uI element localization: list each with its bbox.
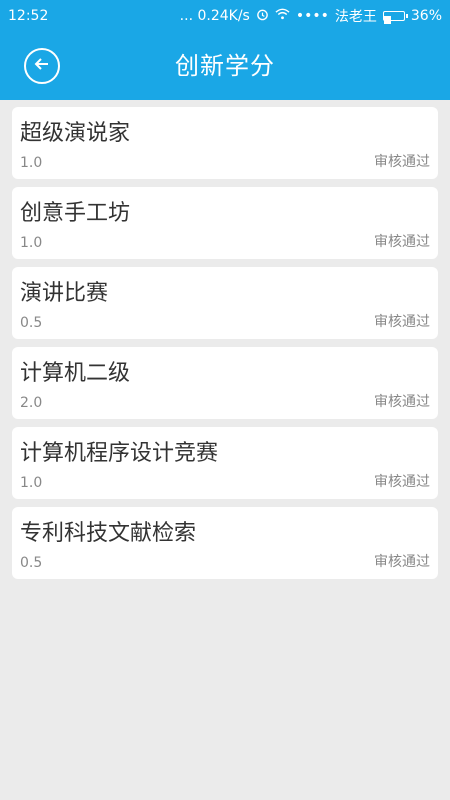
credit-item-status: 审核通过 bbox=[374, 314, 430, 330]
credit-item-title: 演讲比赛 bbox=[20, 281, 109, 306]
credit-item[interactable]: 创意手工坊 1.0 审核通过 bbox=[12, 187, 438, 259]
credit-item-title: 创意手工坊 bbox=[20, 201, 131, 226]
battery-icon bbox=[382, 11, 408, 24]
header: 创新学分 bbox=[0, 32, 450, 100]
credit-item-value: 2.0 bbox=[20, 395, 43, 411]
credit-item-value: 0.5 bbox=[20, 315, 43, 331]
credit-list: 超级演说家 1.0 审核通过 创意手工坊 1.0 审核通过 演讲比赛 0.5 审核通过 计算机二级… bbox=[0, 107, 450, 587]
credit-item-status: 审核通过 bbox=[374, 474, 430, 490]
credit-item[interactable]: 超级演说家 1.0 审核通过 bbox=[12, 107, 438, 179]
network-speed: ... 0.24K/s bbox=[179, 8, 250, 24]
credit-item-title: 计算机二级 bbox=[20, 361, 131, 386]
credit-item[interactable]: 计算机二级 2.0 审核通过 bbox=[12, 347, 438, 419]
credit-item-status: 审核通过 bbox=[374, 554, 430, 570]
credit-item[interactable]: 演讲比赛 0.5 审核通过 bbox=[12, 267, 438, 339]
carrier-name: 法老王 bbox=[334, 9, 377, 25]
credit-item-title: 专利科技文献检索 bbox=[20, 521, 197, 546]
credit-item-value: 1.0 bbox=[20, 155, 43, 171]
credit-item-title: 超级演说家 bbox=[20, 121, 131, 146]
credit-item-value: 0.5 bbox=[20, 555, 43, 571]
credit-item-title: 计算机程序设计竞赛 bbox=[20, 441, 219, 466]
battery-percent: 36% bbox=[410, 8, 442, 24]
wifi-icon bbox=[275, 8, 290, 24]
credit-item-value: 1.0 bbox=[20, 475, 43, 491]
alarm-icon bbox=[256, 8, 269, 25]
credit-item-value: 1.0 bbox=[20, 235, 43, 251]
credit-item-status: 审核通过 bbox=[374, 154, 430, 170]
credit-item-status: 审核通过 bbox=[374, 394, 430, 410]
signal-icon: •••• bbox=[295, 8, 329, 24]
battery-fill bbox=[383, 16, 392, 24]
credit-item[interactable]: 计算机程序设计竞赛 1.0 审核通过 bbox=[12, 427, 438, 499]
page-title: 创新学分 bbox=[175, 52, 275, 80]
credit-item-status: 审核通过 bbox=[374, 234, 430, 250]
credit-item[interactable]: 专利科技文献检索 0.5 审核通过 bbox=[12, 507, 438, 579]
status-time: 12:52 bbox=[8, 8, 49, 24]
status-bar: 12:52 ... 0.24K/s •••• 法老王 36% bbox=[0, 0, 450, 32]
